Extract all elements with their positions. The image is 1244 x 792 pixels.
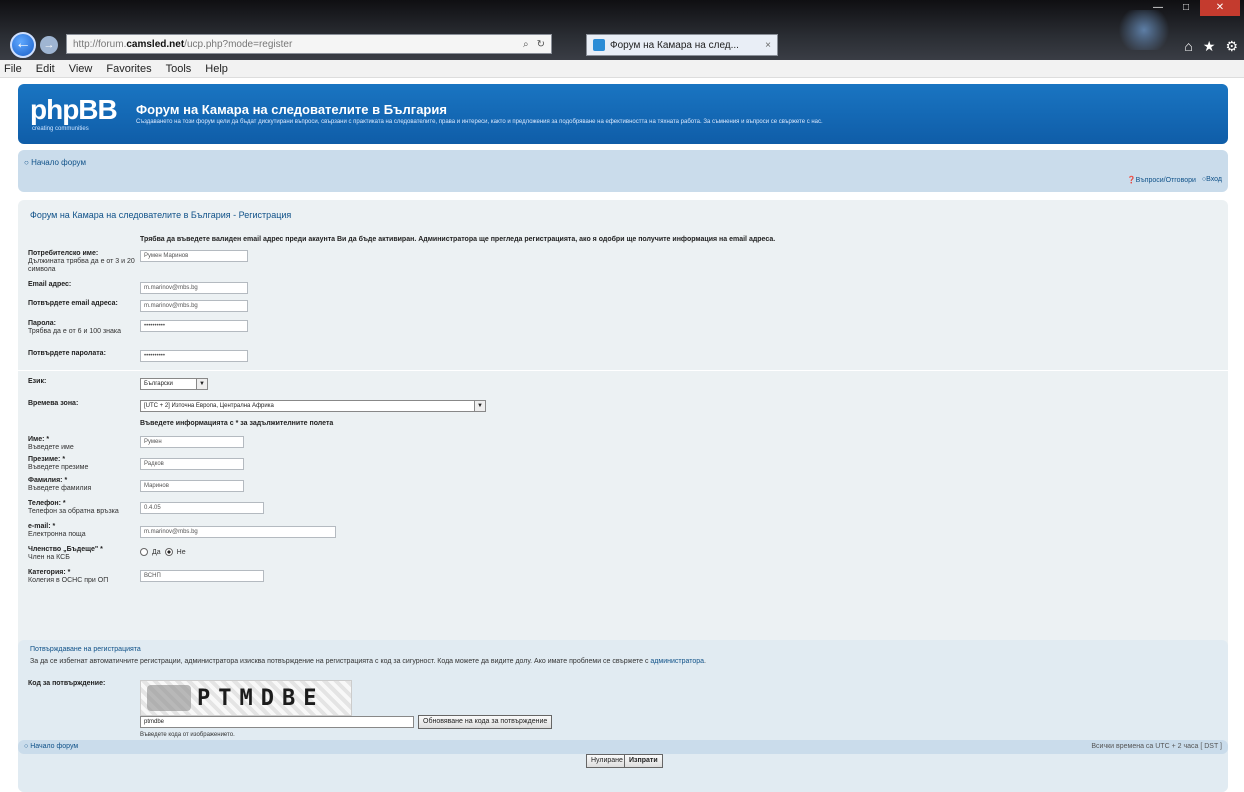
menu-edit[interactable]: Edit bbox=[36, 63, 55, 75]
favicon-icon bbox=[593, 39, 605, 51]
site-header: phpBB creating communities Форум на Камар… bbox=[18, 84, 1228, 144]
phone-input[interactable]: 0.4.05 bbox=[140, 502, 264, 514]
url-path: /ucp.php?mode=register bbox=[184, 38, 293, 50]
confirmation-panel: Потвърждаване на регистрацията За да се … bbox=[18, 640, 1228, 792]
membership-radio-group: Да Не bbox=[140, 548, 186, 556]
region-input[interactable]: ВСНП bbox=[140, 570, 264, 582]
password-confirm-input[interactable]: •••••••••• bbox=[140, 350, 248, 362]
window-controls: — □ ✕ bbox=[1144, 0, 1240, 16]
middle-name-label: Презиме: * Въведете презиме bbox=[28, 456, 89, 471]
site-description: Създаването на този форум цели да бъдат … bbox=[136, 119, 823, 125]
timezone-label: Времева зона: bbox=[28, 400, 79, 407]
back-button[interactable]: ← bbox=[10, 32, 36, 58]
minimize-button[interactable]: — bbox=[1144, 0, 1172, 16]
menu-file[interactable]: File bbox=[4, 63, 22, 75]
gear-icon[interactable]: ⚙ bbox=[1225, 38, 1238, 55]
navbar: ○ Начало форум ❓Въпроси/Отговори ○Вход bbox=[18, 150, 1228, 192]
membership-label: Членство „Бъдеще" * Член на КСБ bbox=[28, 546, 103, 561]
username-label: Потребителско име: Дължината трябва да е … bbox=[28, 250, 135, 273]
page-title: Форум на Камара на следователите в Бълга… bbox=[30, 210, 292, 220]
admin-link[interactable]: администратора bbox=[650, 658, 704, 665]
forum-page: phpBB creating communities Форум на Камар… bbox=[18, 84, 1228, 792]
menu-favorites[interactable]: Favorites bbox=[106, 63, 151, 75]
email2-label: e-mail: * Електронна поща bbox=[28, 523, 86, 538]
language-select[interactable]: Български ▼ bbox=[140, 378, 208, 390]
browser-chrome: ← → http://forum. camsled.net /ucp.php?m… bbox=[0, 0, 1244, 60]
first-name-label: Име: * Въведете име bbox=[28, 436, 74, 451]
url-prefix: http://forum. bbox=[73, 38, 127, 50]
last-name-input[interactable]: Маринов bbox=[140, 480, 244, 492]
divider bbox=[18, 370, 1228, 371]
browser-tool-icons: ⌂ ★ ⚙ bbox=[1184, 38, 1238, 55]
captcha-image: PTMDBE bbox=[140, 680, 352, 716]
radio-no[interactable] bbox=[164, 548, 173, 556]
intro-note: Трябва да въведете валиден email адрес п… bbox=[140, 236, 776, 243]
region-label: Категория: * Колегия в ОСНС при ОП bbox=[28, 569, 109, 584]
radio-yes[interactable] bbox=[140, 548, 148, 556]
menu-help[interactable]: Help bbox=[205, 63, 228, 75]
code-input[interactable]: ptmdbe bbox=[140, 716, 414, 728]
registration-panel: Форум на Камара на следователите в Бълга… bbox=[18, 200, 1228, 792]
email-input[interactable]: m.marinov@mbs.bg bbox=[140, 282, 248, 294]
faq-link[interactable]: ❓Въпроси/Отговори bbox=[1127, 176, 1196, 184]
menu-bar: File Edit View Favorites Tools Help bbox=[0, 60, 1244, 78]
middle-name-input[interactable]: Радков bbox=[140, 458, 244, 470]
username-input[interactable]: Румен Маринов bbox=[140, 250, 248, 262]
footer-timezone: Всички времена са UTC + 2 часа [ DST ] bbox=[1091, 743, 1222, 750]
nav-home-link[interactable]: ○ Начало форум bbox=[24, 158, 86, 167]
language-label: Език: bbox=[28, 378, 47, 385]
footer-home-link[interactable]: ○ Начало форум bbox=[24, 743, 78, 750]
close-tab-icon[interactable]: × bbox=[765, 40, 771, 51]
home-icon[interactable]: ⌂ bbox=[1184, 38, 1192, 55]
phpbb-logo[interactable]: phpBB creating communities bbox=[30, 94, 128, 134]
browser-tab[interactable]: Форум на Камара на след... × bbox=[586, 34, 778, 56]
menu-view[interactable]: View bbox=[69, 63, 93, 75]
submit-button[interactable]: Изпрати bbox=[624, 754, 663, 768]
code-hint: Въведете кода от изображението. bbox=[140, 732, 235, 738]
footer-bar: ○ Начало форум Всички времена са UTC + 2… bbox=[18, 740, 1228, 754]
maximize-button[interactable]: □ bbox=[1172, 0, 1200, 16]
password-confirm-label: Потвърдете паролата: bbox=[28, 350, 106, 357]
reset-button[interactable]: Нулиране bbox=[586, 754, 628, 768]
timezone-select[interactable]: [UTC + 2] Източна Европа, Централна Афри… bbox=[140, 400, 486, 412]
favorites-star-icon[interactable]: ★ bbox=[1203, 38, 1216, 55]
confirmation-title: Потвърждаване на регистрацията bbox=[30, 646, 141, 653]
email-confirm-label: Потвърдете email адреса: bbox=[28, 300, 118, 307]
chevron-down-icon: ▼ bbox=[196, 379, 207, 389]
tab-title: Форум на Камара на след... bbox=[610, 39, 739, 51]
email2-input[interactable]: m.marinov@mbs.bg bbox=[140, 526, 336, 538]
chevron-down-icon: ▼ bbox=[474, 401, 485, 411]
first-name-input[interactable]: Румен bbox=[140, 436, 244, 448]
forward-button[interactable]: → bbox=[40, 36, 58, 54]
address-bar[interactable]: http://forum. camsled.net /ucp.php?mode=… bbox=[66, 34, 552, 54]
required-note: Въведете информацията с * за задължителн… bbox=[140, 420, 334, 427]
password-label: Парола: Трябва да е от 6 и 100 знака bbox=[28, 320, 122, 335]
menu-tools[interactable]: Tools bbox=[166, 63, 192, 75]
password-input[interactable]: •••••••••• bbox=[140, 320, 248, 332]
refresh-icon[interactable]: ↻ bbox=[537, 39, 545, 50]
login-link[interactable]: ○Вход bbox=[1202, 176, 1222, 184]
new-code-button[interactable]: Обновяване на кода за потвърждение bbox=[418, 715, 553, 729]
email-confirm-input[interactable]: m.marinov@mbs.bg bbox=[140, 300, 248, 312]
email-label: Email адрес: bbox=[28, 281, 72, 288]
last-name-label: Фамилия: * Въведете фамилия bbox=[28, 477, 92, 492]
search-icon[interactable]: ⌕ bbox=[523, 39, 529, 50]
confirmation-description: За да се избегнат автоматичните регистра… bbox=[30, 658, 706, 665]
code-label: Код за потвърждение: bbox=[28, 680, 106, 687]
user-avatar-icon bbox=[1114, 10, 1174, 50]
url-domain: camsled.net bbox=[126, 38, 185, 50]
site-title: Форум на Камара на следователите в Бълга… bbox=[136, 102, 447, 117]
phone-label: Телефон: * Телефон за обратна връзка bbox=[28, 500, 119, 515]
close-window-button[interactable]: ✕ bbox=[1200, 0, 1240, 16]
